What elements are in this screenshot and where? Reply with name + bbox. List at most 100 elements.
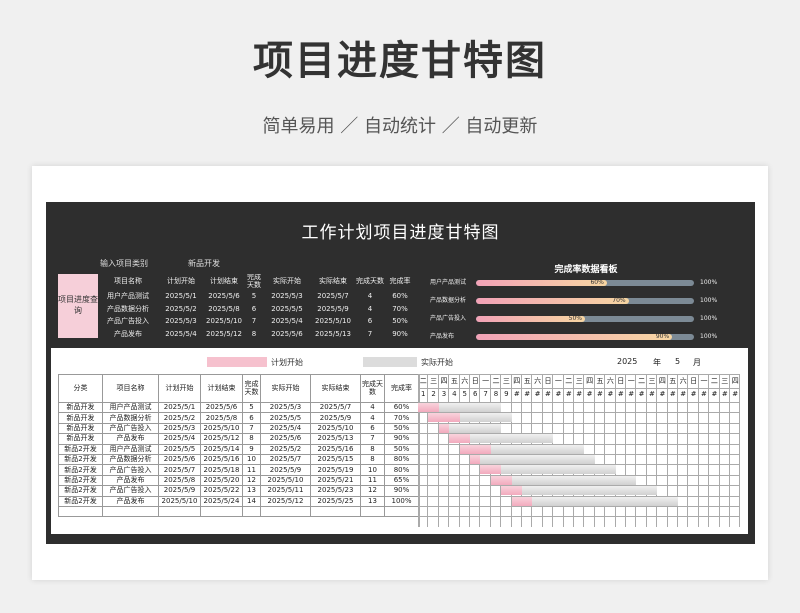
gantt-day: #: [607, 390, 614, 398]
table-cell: 7: [360, 433, 385, 445]
month-input[interactable]: 5: [675, 357, 680, 366]
gantt-weekday: 六: [461, 377, 469, 385]
gantt-weekday: 日: [617, 377, 625, 385]
table-cell: 65%: [384, 474, 419, 487]
gantt-plan-bar: [428, 413, 460, 423]
gantt-plan-bar: [511, 496, 533, 506]
table-cell: 2025/5/18: [200, 464, 243, 476]
summary-cell: 70%: [392, 304, 408, 313]
table-cell: 10: [360, 464, 385, 476]
gantt-day: #: [586, 390, 593, 398]
summary-row: 产品数据分析 2025/5/2 2025/5/8 6 2025/5/5 2025/5/9 4…: [98, 302, 416, 315]
gantt-plan-bar: [470, 455, 481, 464]
table-cell: 2025/5/4: [260, 422, 311, 435]
table-cell: 产品发布: [102, 495, 159, 507]
summary-header: 计划开始: [167, 276, 195, 285]
gantt-day: #: [524, 390, 531, 398]
gantt-plan-bar: [480, 465, 502, 475]
query-label: 项目进度查询: [58, 274, 98, 338]
year-input[interactable]: 2025: [617, 357, 637, 366]
table-cell: 80%: [384, 453, 419, 466]
progress-track: 90%: [476, 334, 694, 340]
gantt-plan-bar: [501, 486, 522, 496]
gantt-actual-bar: [532, 496, 678, 506]
summary-cell: 2025/5/12: [206, 330, 242, 339]
table-cell: 70%: [384, 412, 419, 424]
summary-cell: 2025/5/4: [165, 330, 197, 339]
table-cell: 新品2开发: [58, 453, 103, 466]
table-cell: 7: [242, 422, 261, 435]
summary-header: 计划结束: [210, 276, 238, 285]
month-unit: 月: [693, 358, 701, 367]
gantt-day: 1: [420, 390, 426, 398]
table-cell: [158, 505, 201, 518]
table-row: 新品2开发 产品数据分析 2025/5/6 2025/5/16 10 2025/5/7 20…: [58, 453, 419, 466]
summary-row: 产品发布 2025/5/4 2025/5/12 8 2025/5/6 2025/5/13 7…: [98, 328, 416, 341]
gantt-weekday: 日: [544, 377, 552, 385]
table-cell: 2025/5/12: [200, 433, 243, 445]
table-header: 完成率: [384, 374, 419, 403]
table-cell: 12: [360, 485, 385, 497]
gantt-day: #: [690, 390, 697, 398]
gantt-weekday: 六: [534, 377, 542, 385]
dashboard-label: 产品发布: [430, 333, 455, 340]
completion-dashboard: 完成率数据看板 用户产品测试 60% 100% 产品数据分析 70% 100% 产品广告投入…: [424, 262, 748, 340]
project-table: 分类 项目名称 计划开始 计划结束 完成天数 实际开始 实际结束 完成天数 完成率 新品开发 用户…: [58, 374, 419, 518]
summary-cell: 8: [251, 330, 257, 339]
table-cell: 2025/5/8: [158, 474, 201, 487]
table-cell: 2025/5/2: [260, 443, 311, 455]
table-cell: 2025/5/10: [200, 422, 243, 435]
summary-cell: 50%: [392, 317, 408, 326]
gantt-actual-bar: [459, 413, 512, 423]
progress-pct: 70%: [612, 298, 626, 304]
gantt-actual-bar: [501, 465, 616, 475]
table-cell: 9: [242, 443, 261, 455]
table-row: 新品2开发 产品发布 2025/5/10 2025/5/24 14 2025/5/12 20…: [58, 495, 419, 507]
table-cell: 2025/5/14: [200, 443, 243, 455]
gantt-gridline-h: [418, 506, 740, 507]
summary-cell: 产品广告投入: [107, 317, 149, 326]
summary-cell: 7: [251, 317, 257, 326]
gantt-gridline-h: [418, 516, 740, 518]
gantt-weekday: 三: [575, 377, 583, 385]
table-cell: 2025/5/3: [158, 422, 201, 435]
table-cell: 2025/5/7: [310, 401, 361, 414]
table-cell: [58, 505, 103, 518]
table-header: 计划结束: [200, 374, 243, 403]
gantt-panel: 计划开始 实际开始 2025 年 5 月 分类 项目名称 计划开始 计划结束 完成天数实…: [51, 348, 748, 534]
table-cell: 50%: [384, 443, 419, 455]
table-header: 分类: [58, 374, 103, 403]
table-cell: 50%: [384, 422, 419, 435]
table-cell: 产品发布: [102, 433, 159, 445]
gantt-day: 5: [462, 390, 468, 398]
summary-header: 完成率: [389, 276, 411, 285]
gantt-day: #: [597, 390, 603, 398]
summary-header: 完成天数: [247, 274, 261, 289]
table-cell: 60%: [384, 401, 419, 414]
table-cell: 产品广告投入: [102, 485, 159, 497]
gantt-day: #: [576, 390, 583, 398]
dashboard-label: 产品数据分析: [430, 297, 467, 304]
table-row: [58, 505, 419, 518]
table-cell: [200, 505, 243, 518]
summary-cell: 7: [367, 330, 373, 339]
gantt-day: #: [649, 390, 655, 398]
table-cell: 产品广告投入: [102, 464, 159, 476]
gantt-day: #: [545, 390, 551, 398]
gantt-weekday: 一: [627, 377, 635, 385]
table-cell: 2025/5/6: [200, 401, 243, 414]
table-cell: 用户产品测试: [102, 443, 159, 455]
input-category-value[interactable]: 新品开发: [188, 258, 220, 269]
table-cell: 4: [360, 412, 385, 424]
progress-fill: 70%: [476, 298, 629, 304]
gantt-weekday: 四: [513, 377, 521, 385]
table-cell: 2025/5/16: [310, 443, 361, 455]
summary-cell: 5: [251, 291, 257, 300]
table-cell: 2025/5/7: [158, 464, 201, 476]
summary-cell: 2025/5/5: [271, 304, 303, 313]
table-cell: 2025/5/4: [158, 433, 201, 445]
table-cell: 产品数据分析: [102, 412, 159, 424]
table-cell: 80%: [384, 464, 419, 476]
table-cell: 产品广告投入: [102, 422, 159, 435]
table-row: 新品2开发 用户产品测试 2025/5/5 2025/5/14 9 2025/5/2 202…: [58, 443, 419, 455]
